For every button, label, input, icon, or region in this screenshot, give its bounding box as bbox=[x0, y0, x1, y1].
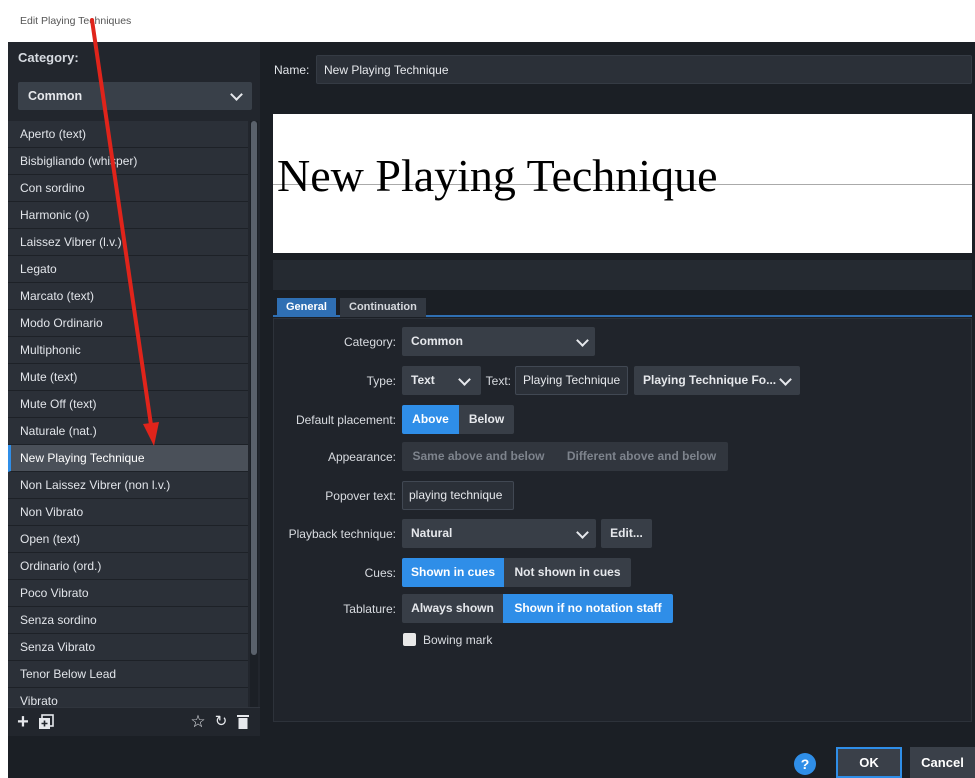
chevron-down-icon bbox=[576, 526, 589, 539]
font-style-dropdown[interactable]: Playing Technique Fo... bbox=[634, 366, 800, 395]
placement-label: Default placement: bbox=[295, 413, 396, 427]
duplicate-icon[interactable] bbox=[36, 708, 56, 736]
text-input-value: Playing Technique bbox=[523, 373, 621, 387]
name-label: Name: bbox=[274, 63, 310, 77]
list-item[interactable]: Con sordino bbox=[8, 175, 248, 202]
list-item[interactable]: Laissez Vibrer (l.v.) bbox=[8, 229, 248, 256]
cues-label: Cues: bbox=[364, 566, 396, 580]
appearance-same-button[interactable]: Same above and below bbox=[402, 442, 555, 471]
category-dropdown[interactable]: Common bbox=[402, 327, 595, 356]
appearance-different-button[interactable]: Different above and below bbox=[555, 442, 728, 471]
list-item[interactable]: Naturale (nat.) bbox=[8, 418, 248, 445]
list-item[interactable]: Harmonic (o) bbox=[8, 202, 248, 229]
preview-text: New Playing Technique bbox=[277, 150, 718, 201]
font-style-dropdown-value: Playing Technique Fo... bbox=[643, 373, 777, 387]
bowing-mark-checkbox[interactable] bbox=[403, 633, 416, 646]
tablature-label: Tablature: bbox=[343, 602, 396, 616]
chevron-down-icon bbox=[576, 334, 589, 347]
category-select[interactable]: Common bbox=[18, 82, 252, 110]
tablature-always-button[interactable]: Always shown bbox=[402, 594, 503, 623]
list-item[interactable]: Mute Off (text) bbox=[8, 391, 248, 418]
bowing-mark-label: Bowing mark bbox=[423, 633, 493, 647]
popover-label: Popover text: bbox=[325, 489, 396, 503]
reset-icon[interactable]: ↻ bbox=[212, 708, 230, 736]
popover-input[interactable]: playing technique bbox=[402, 481, 514, 510]
list-item-selected[interactable]: New Playing Technique bbox=[8, 445, 248, 472]
title-bar bbox=[0, 0, 975, 42]
playback-dropdown-value: Natural bbox=[411, 526, 453, 540]
name-input-value: New Playing Technique bbox=[324, 63, 449, 77]
list-item[interactable]: Bisbigliando (whisper) bbox=[8, 148, 248, 175]
list-item[interactable]: Non Vibrato bbox=[8, 499, 248, 526]
chevron-down-icon bbox=[458, 373, 471, 386]
list-item[interactable]: Open (text) bbox=[8, 526, 248, 553]
cues-not-shown-button[interactable]: Not shown in cues bbox=[504, 558, 631, 587]
text-input[interactable]: Playing Technique bbox=[515, 366, 628, 395]
edit-playback-button[interactable]: Edit... bbox=[601, 519, 652, 548]
tab-continuation[interactable]: Continuation bbox=[340, 298, 426, 317]
type-dropdown[interactable]: Text bbox=[402, 366, 481, 395]
list-toolbar: + ☆ ↻ bbox=[8, 707, 260, 736]
chevron-down-icon bbox=[779, 373, 792, 386]
tab-general[interactable]: General bbox=[277, 298, 336, 317]
technique-list: Aperto (text) Bisbigliando (whisper) Con… bbox=[8, 121, 248, 707]
type-label: Type: bbox=[366, 374, 396, 388]
playback-label: Playback technique: bbox=[288, 527, 396, 541]
popover-input-value: playing technique bbox=[409, 488, 503, 502]
list-item[interactable]: Tenor Below Lead bbox=[8, 661, 248, 688]
cues-shown-button[interactable]: Shown in cues bbox=[402, 558, 504, 587]
category-label: Category: bbox=[18, 50, 79, 65]
type-dropdown-value: Text bbox=[411, 373, 435, 387]
list-item[interactable]: Aperto (text) bbox=[8, 121, 248, 148]
ok-button[interactable]: OK bbox=[836, 747, 902, 778]
list-item[interactable]: Non Laissez Vibrer (non l.v.) bbox=[8, 472, 248, 499]
star-icon[interactable]: ☆ bbox=[188, 708, 208, 736]
list-item[interactable]: Poco Vibrato bbox=[8, 580, 248, 607]
window-title: Edit Playing Techniques bbox=[20, 15, 132, 27]
list-item[interactable]: Vibrato bbox=[8, 688, 248, 707]
placement-below-button[interactable]: Below bbox=[459, 405, 514, 434]
text-label: Text: bbox=[485, 374, 511, 388]
cancel-button[interactable]: Cancel bbox=[910, 747, 975, 778]
appearance-label: Appearance: bbox=[327, 450, 396, 464]
category-dropdown-value: Common bbox=[411, 334, 463, 348]
list-item[interactable]: Legato bbox=[8, 256, 248, 283]
list-item[interactable]: Ordinario (ord.) bbox=[8, 553, 248, 580]
placement-above-button[interactable]: Above bbox=[402, 405, 459, 434]
preview-canvas: New Playing Technique bbox=[273, 114, 972, 253]
list-item[interactable]: Senza Vibrato bbox=[8, 634, 248, 661]
chevron-down-icon bbox=[230, 88, 243, 101]
list-item[interactable]: Multiphonic bbox=[8, 337, 248, 364]
category-field-label: Category: bbox=[343, 335, 396, 349]
button-bar bbox=[8, 736, 975, 778]
tablature-if-no-staff-button[interactable]: Shown if no notation staff bbox=[503, 594, 673, 623]
preview-strip bbox=[273, 260, 972, 290]
list-item[interactable]: Modo Ordinario bbox=[8, 310, 248, 337]
delete-icon[interactable] bbox=[234, 708, 252, 736]
list-item[interactable]: Mute (text) bbox=[8, 364, 248, 391]
name-input[interactable]: New Playing Technique bbox=[316, 55, 972, 84]
category-select-value: Common bbox=[28, 89, 83, 103]
help-icon[interactable]: ? bbox=[794, 753, 816, 775]
add-icon[interactable]: + bbox=[14, 708, 32, 736]
list-scroll-thumb[interactable] bbox=[251, 121, 257, 655]
list-item[interactable]: Marcato (text) bbox=[8, 283, 248, 310]
list-item[interactable]: Senza sordino bbox=[8, 607, 248, 634]
playback-dropdown[interactable]: Natural bbox=[402, 519, 596, 548]
